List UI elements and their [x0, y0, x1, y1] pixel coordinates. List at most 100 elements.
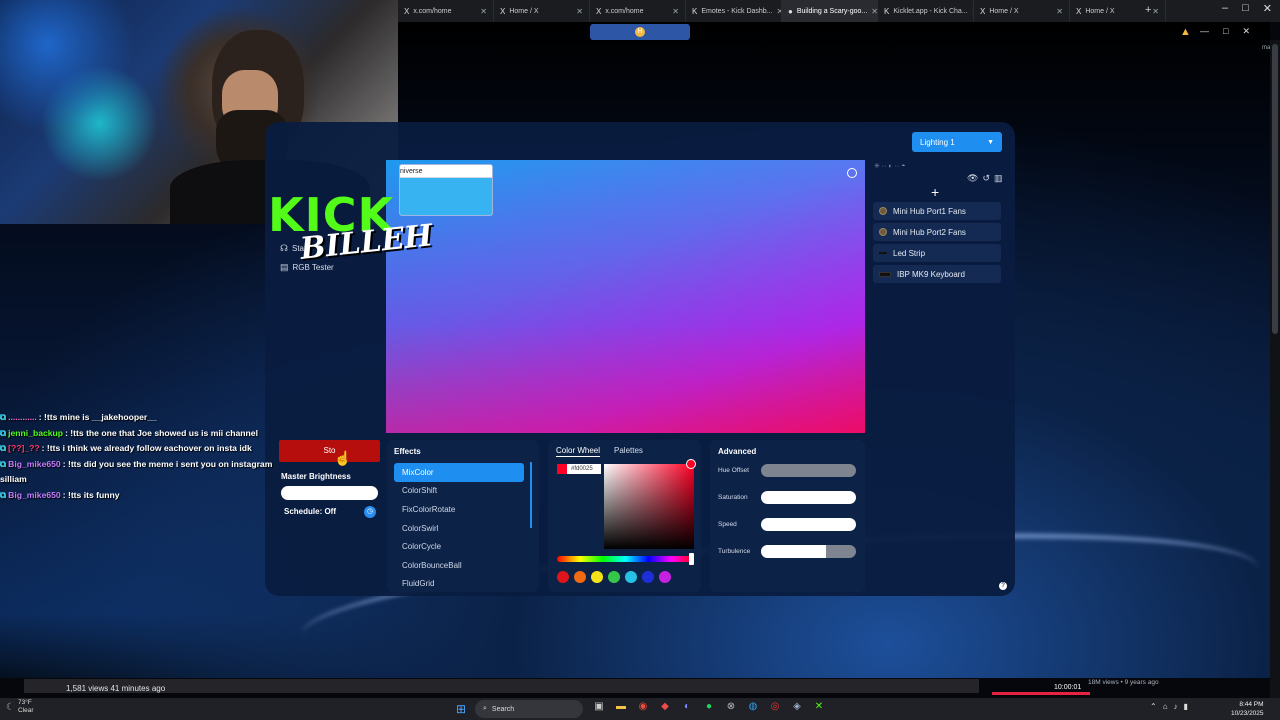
tray-expand-icon[interactable]: ⌃	[1150, 702, 1157, 711]
chat-message: ⧉ jenni_backup: !tts the one that Joe sho…	[0, 426, 300, 442]
close-icon[interactable]: ✕	[1242, 26, 1250, 37]
device-label: Mini Hub Port1 Fans	[893, 206, 966, 216]
window-controls: – □ ✕	[1222, 2, 1272, 15]
device-select-highlight[interactable]	[400, 178, 492, 215]
tab-palettes[interactable]: Palettes	[614, 446, 643, 457]
discord-icon[interactable]: ◐	[680, 701, 694, 712]
device-row[interactable]: Mini Hub Port1 Fans	[873, 202, 1001, 220]
clock-icon[interactable]: ◷	[364, 506, 376, 518]
maximize-icon[interactable]: □	[1223, 26, 1228, 37]
color-picker-handle[interactable]	[686, 459, 696, 469]
advanced-slider[interactable]	[761, 517, 856, 531]
tab-title: Building a Scary-goo...	[796, 7, 868, 15]
spotify-icon[interactable]: ●	[702, 701, 716, 712]
color-preset-swatch[interactable]	[557, 571, 569, 583]
toolbar-right: 👁 ↺ ▥	[967, 173, 1003, 184]
tab-close-icon[interactable]: ✕	[576, 7, 583, 16]
browser-tab[interactable]: X Home / X ✕	[974, 0, 1070, 22]
browser-tab[interactable]: KKicklet.app - Kick Cha...✕	[878, 0, 974, 22]
file-explorer-icon[interactable]: ▬	[614, 701, 628, 712]
tab-close-icon[interactable]: ✕	[672, 7, 679, 16]
hue-handle[interactable]	[689, 553, 694, 565]
device-row[interactable]: IBP MK9 Keyboard	[873, 265, 1001, 283]
chat-badge-icon: ⧉	[0, 458, 7, 469]
saturation-value-picker[interactable]	[604, 464, 694, 549]
video-progress-bar[interactable]	[24, 679, 979, 693]
target-icon[interactable]	[847, 168, 857, 178]
minimize-icon[interactable]: —	[1200, 26, 1209, 37]
effect-item[interactable]: FixColorRotate	[394, 500, 524, 519]
obs-icon[interactable]: ◎	[768, 701, 782, 712]
reset-icon[interactable]: ↺	[982, 173, 990, 184]
effect-item[interactable]: ColorCycle	[394, 537, 524, 556]
advanced-slider-fill	[761, 517, 856, 531]
tab-color-wheel[interactable]: Color Wheel	[556, 446, 601, 457]
color-preset-swatch[interactable]	[625, 571, 637, 583]
device-toolbar[interactable]: ✳ ·· ◐ ·· ◓	[874, 160, 1002, 172]
hue-slider[interactable]	[557, 556, 694, 562]
app-red-icon[interactable]: ◆	[658, 701, 672, 712]
maximize-button[interactable]: □	[1242, 2, 1249, 15]
effects-scrollbar[interactable]	[530, 462, 532, 528]
app-green-icon[interactable]: ✕	[812, 701, 826, 712]
chrome-icon[interactable]: ◉	[636, 701, 650, 712]
layout-icon[interactable]: ▥	[994, 173, 1003, 184]
eye-icon[interactable]: 👁	[967, 173, 978, 184]
tab-close-icon[interactable]: ✕	[480, 7, 487, 16]
color-preset-swatch[interactable]	[642, 571, 654, 583]
add-device-button[interactable]: +	[931, 184, 939, 200]
tab-close-icon[interactable]: ✕	[871, 7, 877, 16]
close-button[interactable]: ✕	[1263, 2, 1272, 15]
tab-close-icon[interactable]: ✕	[1056, 7, 1063, 16]
tab-title: Home / X	[509, 7, 539, 15]
schedule-label: Schedule: Off	[284, 507, 337, 516]
edge-icon[interactable]: ◍	[746, 701, 760, 712]
chat-badge-icon: ⧉	[0, 443, 7, 454]
windows-start-icon[interactable]: ⊞	[456, 702, 466, 716]
advanced-slider[interactable]	[761, 490, 856, 504]
warning-icon[interactable]: ▲	[1180, 26, 1191, 38]
taskbar-clock[interactable]: 8:44 PM 10/23/2025	[1231, 700, 1264, 718]
device-row[interactable]: Led Strip	[873, 244, 1001, 262]
battery-icon[interactable]: ▮	[1184, 702, 1188, 711]
new-tab-button[interactable]: +	[1145, 4, 1151, 16]
color-preset-swatch[interactable]	[608, 571, 620, 583]
hex-input[interactable]: #fd0025	[557, 464, 601, 474]
effect-item[interactable]: ColorShift	[394, 482, 524, 501]
chat-message: ⧉............: !tts mine is __jakehooper…	[0, 410, 300, 426]
volume-icon[interactable]: ♪	[1174, 702, 1178, 711]
browser-tab[interactable]: Xx.com/home ✕	[398, 0, 494, 22]
color-preset-swatch[interactable]	[591, 571, 603, 583]
keyboard-icon	[879, 271, 891, 277]
browser-tab[interactable]: Xx.com/home ✕	[590, 0, 686, 22]
led-strip-icon	[879, 252, 887, 254]
toolbar-icons[interactable]: ✳ ·· ◐ ·· ◓	[874, 162, 905, 170]
network-icon[interactable]: ⌂	[1163, 702, 1168, 711]
color-preset-swatch[interactable]	[659, 571, 671, 583]
browser-tab[interactable]: X Home / X ✕	[1070, 0, 1166, 22]
chat-username: jenni_backup	[8, 427, 64, 438]
device-row[interactable]: Mini Hub Port2 Fans	[873, 223, 1001, 241]
device-select[interactable]: niverse	[399, 164, 493, 216]
effect-item[interactable]: MixColor	[394, 463, 524, 482]
color-preset-swatch[interactable]	[574, 571, 586, 583]
effect-item[interactable]: ColorSwirl	[394, 519, 524, 538]
task-view-icon[interactable]: ▣	[592, 701, 606, 712]
minimize-button[interactable]: –	[1222, 2, 1228, 15]
scroll-thumb[interactable]	[1272, 44, 1278, 334]
advanced-slider[interactable]	[761, 463, 856, 477]
help-icon[interactable]: ?	[999, 582, 1007, 590]
steam-icon[interactable]: ◈	[790, 701, 804, 712]
effect-item[interactable]: FluidGrid	[394, 575, 524, 594]
advanced-slider[interactable]	[761, 544, 856, 558]
xbox-icon[interactable]: ⊗	[724, 701, 738, 712]
taskbar-search[interactable]: ⌕ Search	[475, 700, 583, 718]
browser-tab[interactable]: X Home / X ✕	[494, 0, 590, 22]
tab-close-icon[interactable]: ✕	[1152, 7, 1159, 16]
search-icon: ⌕	[483, 705, 487, 712]
browser-tab[interactable]: KEmotes - Kick Dashb...✕	[686, 0, 782, 22]
lighting-profile-dropdown[interactable]: Lighting 1 ▼	[912, 132, 1002, 152]
weather-widget[interactable]: ☾ 73°F Clear	[6, 699, 34, 715]
browser-tab[interactable]: ● Building a Scary-goo... ✕	[782, 0, 878, 22]
effect-item[interactable]: ColorBounceBall	[394, 556, 524, 575]
